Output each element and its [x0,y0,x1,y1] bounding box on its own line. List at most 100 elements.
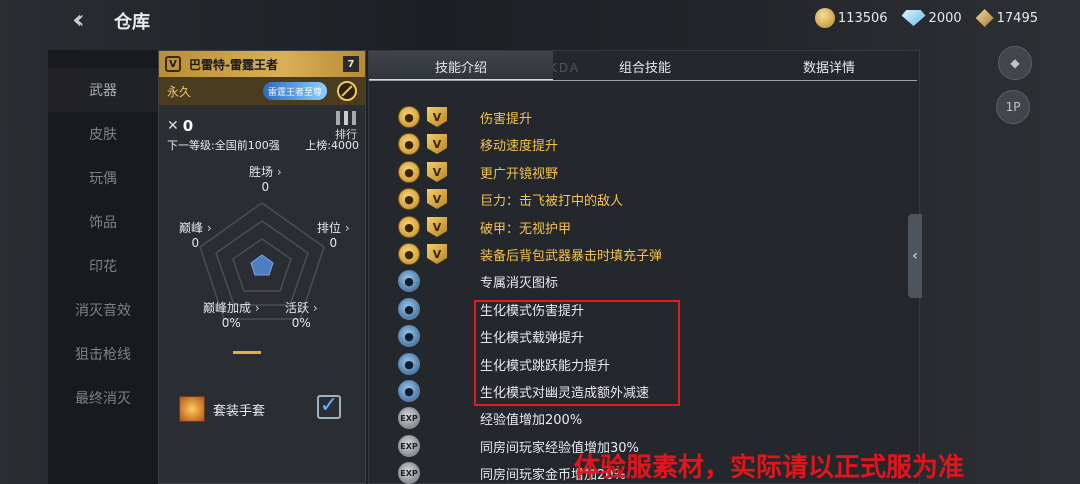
room-gold-icon: EXP [398,462,420,484]
stat-peak-bonus[interactable]: 巅峰加成 › 0% [203,299,260,330]
gold-currency[interactable]: 113506 [814,8,888,28]
tab-combo-skills[interactable]: 组合技能 [553,51,737,81]
weapon-name: 巴雷特-雷霆王者 [189,57,278,72]
kill-count: 0 [182,117,194,135]
sidebar-item-sniper-line[interactable]: 狙击枪线 [48,332,158,376]
watermark-text: 体验服素材，实际请以正式服为准 [574,453,965,483]
skill-label: 巨力：击飞被打中的敌人 [480,193,624,209]
tab-data-details[interactable]: 数据详情 [737,51,921,81]
skill-label: 经验值增加200% [480,412,583,428]
stat-ranked-label: 排位 [317,221,342,235]
exp-icon: EXP [398,407,420,429]
collapse-panel-button[interactable]: ‹ [908,214,922,298]
stat-wins-label: 胜场 [249,165,274,179]
v-rank-icon: V [427,134,447,154]
wide-scope-icon: ● [398,161,420,183]
kill-icon-exclusive: ● [398,270,420,292]
radar-value-shape [250,254,274,276]
side-control-1p[interactable]: 1P [996,90,1030,124]
sidebar-item-decals[interactable]: 印花 [48,244,158,288]
skill-label: 专属消灭图标 [480,275,559,291]
sidebar-item-kill-sfx[interactable]: 消灭音效 [48,288,158,332]
back-arrow-icon[interactable]: ‹‹ [72,7,102,33]
medal-amount: 17495 [996,10,1038,26]
stat-peak-value: 0 [191,236,200,250]
diamond-currency[interactable]: 2000 [901,10,962,26]
v-rank-icon: V [427,107,447,127]
page-indicator [233,351,261,354]
gold-coin-icon [814,8,835,28]
stat-peak-label: 巅峰 [179,221,204,235]
diamond-amount: 2000 [928,10,962,26]
medal-currency[interactable]: 17495 [975,9,1038,27]
weapon-level: 7 [343,56,359,72]
zombie-jump-icon: ● [398,353,420,375]
stat-wins[interactable]: 胜场 › 0 [249,163,282,194]
skill-row: ● V 伤害提升 [398,105,878,129]
gloves-checkbox[interactable]: ✓ [317,395,341,419]
tab-bar: 技能介绍 组合技能 数据详情 [369,51,921,81]
gold-amount: 113506 [837,10,888,26]
kill-count-row: ✕ 0 [167,117,193,135]
damage-up-icon: ● [398,106,420,128]
stat-ranked[interactable]: 排位 › 0 [317,219,350,250]
weapon-header: V 巴雷特-雷霆王者 7 [159,51,365,77]
highlight-box [474,300,680,406]
v-rank-icon: V [165,56,181,72]
side-control-top[interactable]: ◆ [998,46,1032,80]
top-bar: ‹‹ 仓库 113506 2000 17495 [0,0,1080,40]
weapon-card: V 巴雷特-雷霆王者 7 永久 雷霆王者至尊 ✕ 0 排行 下一等级:全国前10… [158,50,366,484]
stat-ranked-value: 0 [329,236,338,250]
medal-icon [975,9,994,27]
skill-row: ● V 巨力：击飞被打中的敌人 [398,187,878,211]
kill-icon: ✕ [167,118,179,134]
stat-wins-value: 0 [261,180,270,194]
crit-reload-icon: ● [398,243,420,265]
zombie-ammo-icon: ● [398,325,420,347]
armor-break-icon: ● [398,216,420,238]
sidebar-item-dolls[interactable]: 玩偶 [48,156,158,200]
zombie-damage-icon: ● [398,298,420,320]
sidebar: 武器 皮肤 玩偶 饰品 印花 消灭音效 狙击枪线 最终消灭 [48,50,158,484]
stat-active-label: 活跃 [285,301,310,315]
page-title: 仓库 [114,12,150,33]
ranking-icon [336,111,356,125]
gloves-label: 套装手套 [213,403,266,419]
gloves-icon [179,396,205,422]
zombie-slow-icon: ● [398,380,420,402]
sidebar-item-accessories[interactable]: 饰品 [48,200,158,244]
skill-row: ● V 更广开镜视野 [398,160,878,184]
diamond-icon [901,10,926,26]
gloves-row: 套装手套 [179,396,265,422]
currency-bar: 113506 2000 17495 [814,8,1038,28]
skill-label: 伤害提升 [480,111,533,127]
title-tag: 雷霆王者至尊 [263,82,327,100]
stat-peak[interactable]: 巅峰 › 0 [179,219,212,250]
skill-label: 移动速度提升 [480,138,559,154]
prohibited-icon[interactable] [337,81,357,101]
skill-row: ● 专属消灭图标 [398,269,878,293]
stat-peak-bonus-value: 0% [221,316,241,330]
v-rank-icon: V [427,162,447,182]
weapon-duration: 永久 [167,84,192,99]
v-rank-icon: V [427,217,447,237]
room-exp-icon: EXP [398,435,420,457]
skill-label: 装备后背包武器暴击时填充子弹 [480,248,663,264]
weapon-duration-row: 永久 雷霆王者至尊 [159,77,365,105]
sidebar-item-skins[interactable]: 皮肤 [48,112,158,156]
skill-label: 更广开镜视野 [480,166,559,182]
sidebar-item-final-kill[interactable]: 最终消灭 [48,376,158,420]
leaderboard-text: 上榜:4000 [305,139,359,152]
sidebar-item-weapons[interactable]: 武器 [48,68,158,112]
stat-active-value: 0% [291,316,311,330]
skill-row: ● V 装备后背包武器暴击时填充子弹 [398,242,878,266]
stat-peak-bonus-label: 巅峰加成 [203,301,252,315]
next-level-text: 下一等级:全国前100强 [167,139,280,152]
skill-row: ● V 移动速度提升 [398,132,878,156]
tab-skill-intro[interactable]: 技能介绍 [369,51,553,81]
v-rank-icon: V [427,189,447,209]
v-rank-icon: V [427,244,447,264]
skill-row: ● V 破甲：无视护甲 [398,215,878,239]
skill-label: 破甲：无视护甲 [480,221,572,237]
stat-active[interactable]: 活跃 › 0% [285,299,318,330]
